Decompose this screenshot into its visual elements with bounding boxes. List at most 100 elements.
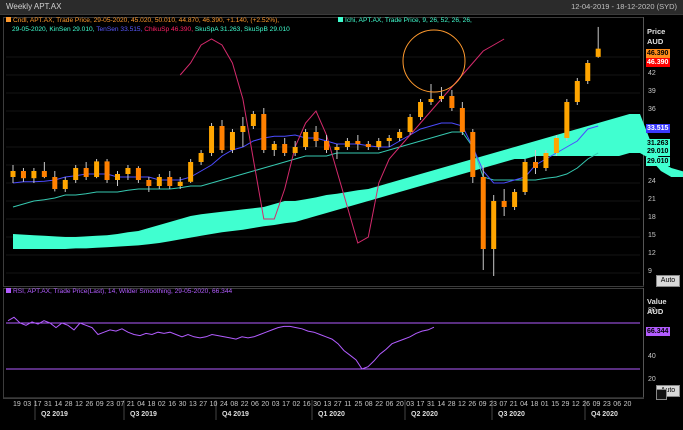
candle-body bbox=[480, 177, 486, 249]
price-tick-label: 42 bbox=[648, 70, 656, 77]
rsi-tick-label: 20 bbox=[648, 375, 656, 383]
candle-body bbox=[229, 132, 235, 150]
candle-body bbox=[261, 114, 267, 150]
candle-body bbox=[574, 81, 580, 102]
price-tag: 33.515 bbox=[646, 124, 670, 133]
candle-body bbox=[219, 126, 225, 150]
time-tick-label: 06 bbox=[385, 401, 394, 408]
candle-body bbox=[407, 117, 413, 132]
candle-body bbox=[522, 162, 528, 192]
time-tick-label: 23 bbox=[106, 401, 114, 408]
price-tick-label: 39 bbox=[648, 88, 656, 95]
ichimoku-values-legend: 29-05-2020, KinSen 29.010, TenSen 33.515… bbox=[12, 26, 290, 33]
time-tick-label: 12 bbox=[458, 401, 466, 408]
candle-body bbox=[470, 132, 476, 177]
time-tick-label: 30 bbox=[313, 401, 321, 408]
candle-body bbox=[512, 192, 518, 207]
time-tick-label: 25 bbox=[354, 401, 363, 408]
time-tick-label: 22 bbox=[375, 401, 384, 408]
time-tick-label: 04 bbox=[520, 401, 528, 408]
time-tick-label: 15 bbox=[551, 401, 559, 408]
time-tick-label: 07 bbox=[499, 401, 508, 408]
time-tick-label: 03 bbox=[271, 401, 280, 408]
rsi-tick-label: 40 bbox=[648, 352, 656, 360]
candle-body bbox=[282, 144, 288, 153]
quarter-label: Q1 2020 bbox=[318, 411, 345, 418]
candle-legend: Cndl, APT.AX, Trade Price, 29-05-2020, 4… bbox=[6, 17, 279, 24]
candle-body bbox=[135, 168, 141, 180]
candle-body bbox=[543, 153, 549, 168]
time-tick-label: 10 bbox=[209, 401, 218, 408]
time-tick-label: 02 bbox=[292, 401, 301, 408]
candle-body bbox=[553, 138, 559, 153]
time-tick-label: 18 bbox=[147, 401, 156, 408]
time-tick-label: 17 bbox=[33, 401, 42, 408]
candle-body bbox=[156, 177, 162, 186]
candle-body bbox=[365, 144, 371, 147]
price-tick-label: 12 bbox=[648, 250, 656, 257]
time-tick-label: 02 bbox=[157, 401, 166, 408]
ichimoku-legend: Ichi, APT.AX, Trade Price, 9, 26, 52, 26… bbox=[338, 17, 472, 24]
kinsen-legend: 29-05-2020, KinSen 29.010, bbox=[12, 26, 95, 33]
candle-body bbox=[324, 141, 329, 150]
candle-body bbox=[313, 132, 319, 141]
time-tick-label: 08 bbox=[230, 401, 239, 408]
candle-body bbox=[188, 162, 194, 182]
time-tick-label: 04 bbox=[137, 401, 145, 408]
candle-body bbox=[334, 147, 340, 150]
time-tick-label: 26 bbox=[582, 401, 591, 408]
candle-body bbox=[418, 102, 424, 117]
time-tick-label: 29 bbox=[561, 401, 570, 408]
time-tick-label: 27 bbox=[333, 401, 342, 408]
candle-body bbox=[31, 171, 37, 179]
candle-body bbox=[240, 126, 246, 132]
candle-body bbox=[585, 63, 591, 81]
time-tick-label: 03 bbox=[406, 401, 415, 408]
candle-body bbox=[209, 126, 215, 153]
time-tick-label: 12 bbox=[571, 401, 580, 408]
time-tick-label: 30 bbox=[178, 401, 187, 408]
price-auto-button[interactable]: Auto bbox=[656, 275, 680, 287]
time-tick-label: 26 bbox=[85, 401, 94, 408]
rsi-panel[interactable] bbox=[3, 288, 644, 399]
time-tick-label: 23 bbox=[489, 401, 497, 408]
candle-body bbox=[271, 144, 277, 150]
time-tick-label: 17 bbox=[416, 401, 425, 408]
candle-body bbox=[10, 171, 16, 177]
price-tag: 46.390 bbox=[646, 58, 670, 67]
quarter-label: Q2 2019 bbox=[41, 411, 68, 418]
quarter-label: Q4 2020 bbox=[591, 411, 618, 418]
price-tag: 46.390 bbox=[646, 49, 670, 58]
candle-body bbox=[438, 96, 444, 99]
time-tick-label: 01 bbox=[540, 401, 549, 408]
time-tick-label: 18 bbox=[530, 401, 539, 408]
time-tick-label: 08 bbox=[364, 401, 373, 408]
candle-body bbox=[533, 162, 538, 168]
price-tick-label: 18 bbox=[648, 214, 656, 221]
candle-body bbox=[459, 108, 465, 132]
candle-body bbox=[292, 147, 298, 153]
candle-body bbox=[250, 114, 256, 126]
time-tick-label: 20 bbox=[623, 401, 632, 408]
rsi-legend-swatch bbox=[6, 288, 11, 293]
axis-settings-icon[interactable] bbox=[656, 389, 667, 400]
candle-body bbox=[52, 177, 58, 189]
time-tick-label: 28 bbox=[447, 401, 456, 408]
time-tick-label: 13 bbox=[323, 401, 332, 408]
time-tick-label: 21 bbox=[126, 401, 135, 408]
candle-body bbox=[83, 168, 89, 177]
time-tick-label: 13 bbox=[188, 401, 197, 408]
quarter-label: Q4 2019 bbox=[222, 411, 249, 418]
candle-body bbox=[104, 161, 110, 180]
candle-body bbox=[386, 138, 392, 141]
time-tick-label: 24 bbox=[220, 401, 228, 408]
time-tick-label: 26 bbox=[468, 401, 477, 408]
candle-body bbox=[449, 96, 455, 108]
time-tick-label: 16 bbox=[302, 401, 311, 408]
time-tick-label: 09 bbox=[592, 401, 601, 408]
candle-body bbox=[62, 180, 68, 189]
candle-body bbox=[177, 181, 183, 186]
candle-body bbox=[564, 102, 570, 138]
time-tick-label: 27 bbox=[199, 401, 208, 408]
time-tick-label: 14 bbox=[54, 401, 63, 408]
